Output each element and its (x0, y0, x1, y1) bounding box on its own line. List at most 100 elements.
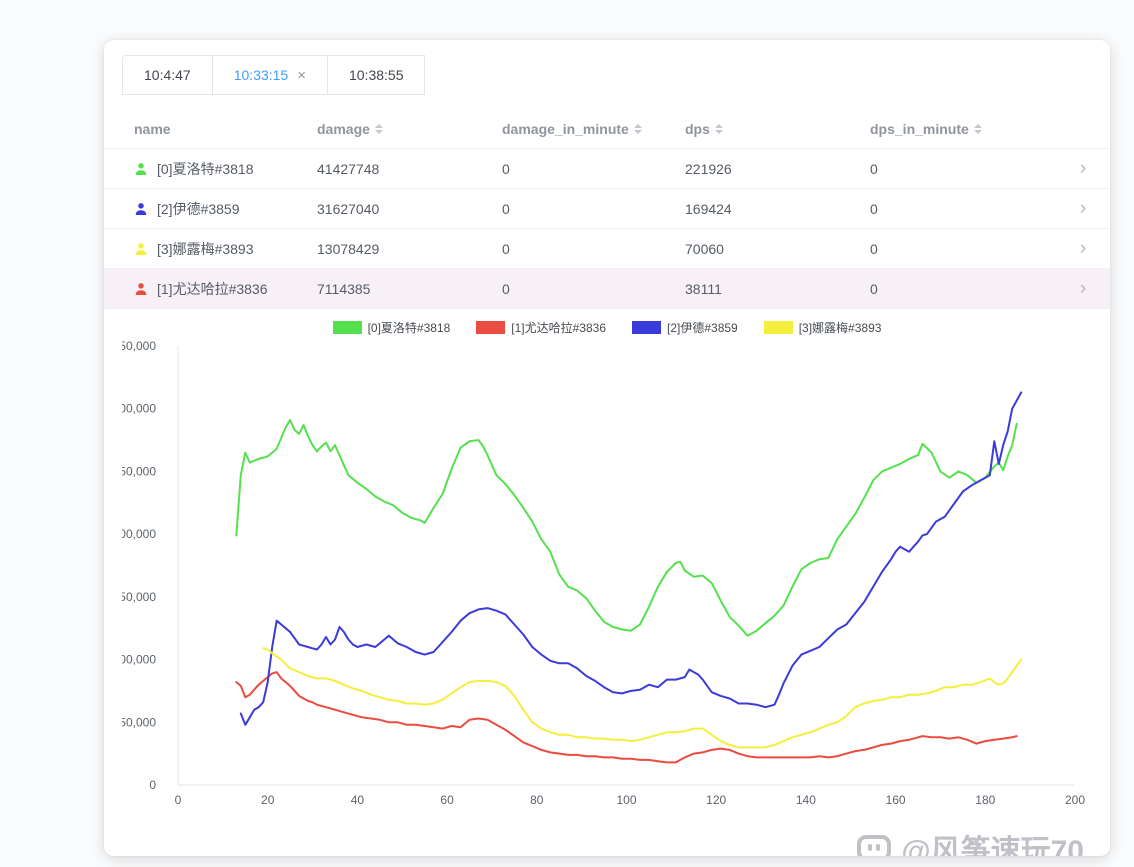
chevron-right-icon: › (1080, 239, 1086, 258)
table-row[interactable]: [2]伊德#3859 31627040 0 169424 0 › (104, 189, 1110, 229)
svg-text:350,000: 350,000 (122, 340, 156, 353)
column-header-damage-in-minute[interactable]: damage_in_minute (502, 121, 685, 137)
svg-text:40: 40 (351, 793, 365, 807)
player-icon (134, 202, 148, 216)
tab-time-1[interactable]: 10:4:47 × (122, 55, 213, 95)
legend-item[interactable]: [0]夏洛特#3818 (333, 319, 451, 336)
legend-item[interactable]: [2]伊德#3859 (632, 319, 738, 336)
column-label: damage_in_minute (502, 121, 629, 137)
row-expand-button[interactable]: › (1056, 239, 1110, 258)
legend-label: [0]夏洛特#3818 (368, 319, 451, 336)
player-name-cell: [3]娜露梅#3893 (104, 239, 317, 259)
column-header-name: name (104, 121, 317, 137)
svg-text:20: 20 (261, 793, 275, 807)
tab-label: 10:4:47 (144, 67, 191, 83)
sort-asc-icon (634, 124, 642, 128)
svg-text:50,000: 50,000 (122, 715, 156, 729)
svg-text:80: 80 (530, 793, 544, 807)
svg-text:100: 100 (616, 793, 636, 807)
column-label: dps_in_minute (870, 121, 969, 137)
legend-item[interactable]: [3]娜露梅#3893 (764, 319, 882, 336)
chart-legend: [0]夏洛特#3818 [1]尤达哈拉#3836 [2]伊德#3859 [3]娜… (122, 319, 1092, 336)
dps-value: 70060 (685, 241, 870, 257)
svg-text:200,000: 200,000 (122, 527, 156, 541)
sort-asc-icon (974, 124, 982, 128)
watermark-logo-icon (857, 835, 891, 856)
player-name: [1]尤达哈拉#3836 (157, 279, 268, 299)
dps-value: 38111 (685, 281, 870, 297)
sort-asc-icon (375, 124, 383, 128)
player-name-cell: [0]夏洛特#3818 (104, 159, 317, 179)
damage-value: 13078429 (317, 241, 502, 257)
legend-swatch (476, 321, 505, 334)
svg-text:100,000: 100,000 (122, 653, 156, 667)
player-name: [2]伊德#3859 (157, 199, 240, 219)
tab-bar: 10:4:47 × 10:33:15 × 10:38:55 × (122, 55, 1092, 95)
dps-in-minute-value: 0 (870, 241, 1056, 257)
column-header-damage[interactable]: damage (317, 121, 502, 137)
legend-label: [2]伊德#3859 (667, 319, 738, 336)
svg-text:250,000: 250,000 (122, 464, 156, 478)
legend-swatch (333, 321, 362, 334)
chevron-right-icon: › (1080, 159, 1086, 178)
svg-text:160: 160 (886, 793, 906, 807)
dps-in-minute-value: 0 (870, 161, 1056, 177)
row-expand-button[interactable]: › (1056, 159, 1110, 178)
chevron-right-icon: › (1080, 279, 1086, 298)
watermark-text: @风筝速玩70 (901, 826, 1084, 856)
column-header-dps-in-minute[interactable]: dps_in_minute (870, 121, 1056, 137)
damage-in-minute-value: 0 (502, 241, 685, 257)
tab-label: 10:38:55 (349, 67, 404, 83)
player-name: [3]娜露梅#3893 (157, 239, 254, 259)
dps-table: name damage damage_in_minute dps dps_in_… (104, 109, 1110, 309)
chart-svg: 0 50,000 100,000 150,000 200,000 250,000 300,0… (122, 340, 1092, 814)
svg-text:150,000: 150,000 (122, 590, 156, 604)
sort-desc-icon (375, 130, 383, 134)
table-row[interactable]: [0]夏洛特#3818 41427748 0 221926 0 › (104, 149, 1110, 189)
dps-line-chart: 0 50,000 100,000 150,000 200,000 250,000 300,0… (122, 340, 1092, 819)
sort-carets-icon[interactable] (974, 124, 982, 134)
svg-text:60: 60 (440, 793, 454, 807)
svg-text:120: 120 (706, 793, 726, 807)
tab-time-2[interactable]: 10:33:15 × (212, 55, 328, 95)
row-expand-button[interactable]: › (1056, 199, 1110, 218)
damage-in-minute-value: 0 (502, 161, 685, 177)
dps-panel: 10:4:47 × 10:33:15 × 10:38:55 × name dam… (104, 40, 1110, 856)
player-icon (134, 282, 148, 296)
sort-carets-icon[interactable] (715, 124, 723, 134)
sort-desc-icon (715, 130, 723, 134)
legend-swatch (632, 321, 661, 334)
tab-label: 10:33:15 (234, 67, 289, 83)
column-label: damage (317, 121, 370, 137)
legend-label: [3]娜露梅#3893 (799, 319, 882, 336)
svg-text:0: 0 (149, 778, 156, 792)
legend-swatch (764, 321, 793, 334)
chevron-right-icon: › (1080, 199, 1086, 218)
column-header-dps[interactable]: dps (685, 121, 870, 137)
row-expand-button[interactable]: › (1056, 279, 1110, 298)
player-name-cell: [2]伊德#3859 (104, 199, 317, 219)
damage-value: 31627040 (317, 201, 502, 217)
table-row[interactable]: [1]尤达哈拉#3836 7114385 0 38111 0 › (104, 269, 1110, 309)
player-icon (134, 242, 148, 256)
dps-value: 221926 (685, 161, 870, 177)
tab-time-3[interactable]: 10:38:55 × (327, 55, 426, 95)
sort-carets-icon[interactable] (375, 124, 383, 134)
table-row[interactable]: [3]娜露梅#3893 13078429 0 70060 0 › (104, 229, 1110, 269)
svg-text:300,000: 300,000 (122, 402, 156, 416)
sort-carets-icon[interactable] (634, 124, 642, 134)
player-name: [0]夏洛特#3818 (157, 159, 254, 179)
column-label: dps (685, 121, 710, 137)
damage-in-minute-value: 0 (502, 281, 685, 297)
legend-item[interactable]: [1]尤达哈拉#3836 (476, 319, 606, 336)
watermark: @风筝速玩70 (857, 826, 1084, 856)
svg-text:180: 180 (975, 793, 995, 807)
svg-text:200: 200 (1065, 793, 1085, 807)
player-icon (134, 162, 148, 176)
damage-value: 41427748 (317, 161, 502, 177)
dps-value: 169424 (685, 201, 870, 217)
damage-in-minute-value: 0 (502, 201, 685, 217)
svg-text:140: 140 (796, 793, 816, 807)
close-tab-icon[interactable]: × (297, 68, 306, 83)
dps-in-minute-value: 0 (870, 201, 1056, 217)
